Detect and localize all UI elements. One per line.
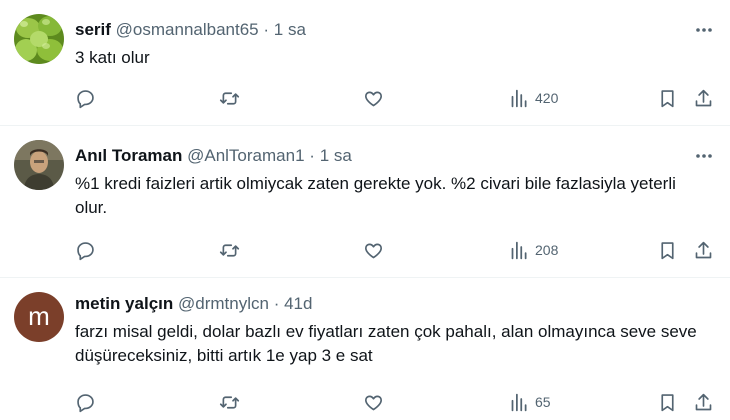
views-icon (511, 241, 527, 259)
tweet-header: serif @osmannalbant65 · 1 sa (75, 20, 306, 40)
retweet-button[interactable] (219, 390, 240, 414)
user-handle[interactable]: @AnlToraman1 (187, 146, 304, 165)
tweet-actions: 420 (0, 86, 730, 110)
tweet-actions: 65 (0, 390, 730, 414)
like-button[interactable] (363, 390, 384, 414)
like-button[interactable] (363, 238, 384, 262)
tweet-text: 3 katı olur (75, 48, 150, 67)
separator-dot: · (309, 146, 315, 165)
user-handle[interactable]: @osmannalbant65 (116, 20, 259, 39)
avatar-letter: m (28, 300, 50, 331)
display-name[interactable]: Anıl Toraman (75, 146, 182, 165)
share-icon (695, 393, 712, 410)
share-icon (695, 89, 712, 106)
share-icon (695, 241, 712, 258)
reply-button[interactable] (75, 86, 96, 110)
views-count: 208 (535, 242, 559, 258)
bookmark-icon (661, 393, 674, 411)
more-icon[interactable] (694, 146, 714, 166)
more-icon[interactable] (694, 20, 714, 40)
retweet-button[interactable] (219, 86, 240, 110)
bookmark-button[interactable] (657, 238, 678, 262)
avatar[interactable]: m (14, 292, 64, 342)
like-button[interactable] (363, 86, 384, 110)
bookmark-icon (661, 241, 674, 259)
reply-icon (77, 241, 94, 260)
tweet-header: Anıl Toraman @AnlToraman1 · 1 sa (75, 146, 352, 166)
share-button[interactable] (693, 238, 714, 262)
views-icon (511, 89, 527, 107)
tweet-text: %1 kredi faizleri artik olmiycak zaten g… (75, 174, 676, 217)
olives-avatar-image (14, 14, 64, 64)
avatar[interactable] (14, 140, 64, 190)
bookmark-icon (661, 89, 674, 107)
views-count: 420 (535, 90, 559, 106)
reply-button[interactable] (75, 390, 96, 414)
retweet-icon (219, 395, 240, 409)
timestamp[interactable]: 1 sa (320, 146, 352, 165)
tweet-header: metin yalçın @drmtnylcn · 41d (75, 294, 312, 314)
retweet-icon (219, 243, 240, 257)
share-button[interactable] (693, 390, 714, 414)
bookmark-button[interactable] (657, 86, 678, 110)
views-button[interactable]: 420 (509, 86, 558, 110)
avatar[interactable] (14, 14, 64, 64)
reply-icon (77, 89, 94, 108)
like-icon (365, 91, 382, 106)
reply-button[interactable] (75, 238, 96, 262)
views-count: 65 (535, 394, 551, 410)
reply-icon (77, 393, 94, 412)
tweet-actions: 208 (0, 238, 730, 262)
bookmark-button[interactable] (657, 390, 678, 414)
tweet[interactable]: Anıl Toraman @AnlToraman1 · 1 sa %1 kred… (0, 126, 730, 278)
views-button[interactable]: 208 (509, 238, 558, 262)
views-button[interactable]: 65 (509, 390, 551, 414)
views-icon (511, 393, 527, 411)
timestamp[interactable]: 1 sa (274, 20, 306, 39)
display-name[interactable]: metin yalçın (75, 294, 173, 313)
like-icon (365, 395, 382, 410)
retweet-button[interactable] (219, 238, 240, 262)
share-button[interactable] (693, 86, 714, 110)
timestamp[interactable]: 41d (284, 294, 312, 313)
display-name[interactable]: serif (75, 20, 111, 39)
tweet[interactable]: serif @osmannalbant65 · 1 sa 3 katı olur… (0, 0, 730, 126)
retweet-icon (219, 91, 240, 105)
separator-dot: · (273, 294, 280, 313)
user-photo-avatar-image (14, 140, 64, 190)
user-handle[interactable]: @drmtnylcn (178, 294, 269, 313)
tweet[interactable]: m metin yalçın @drmtnylcn · 41d farzı mi… (0, 278, 730, 420)
separator-dot: · (263, 20, 270, 39)
tweet-text: farzı misal geldi, dolar bazlı ev fiyatl… (75, 322, 697, 365)
like-icon (365, 243, 382, 258)
